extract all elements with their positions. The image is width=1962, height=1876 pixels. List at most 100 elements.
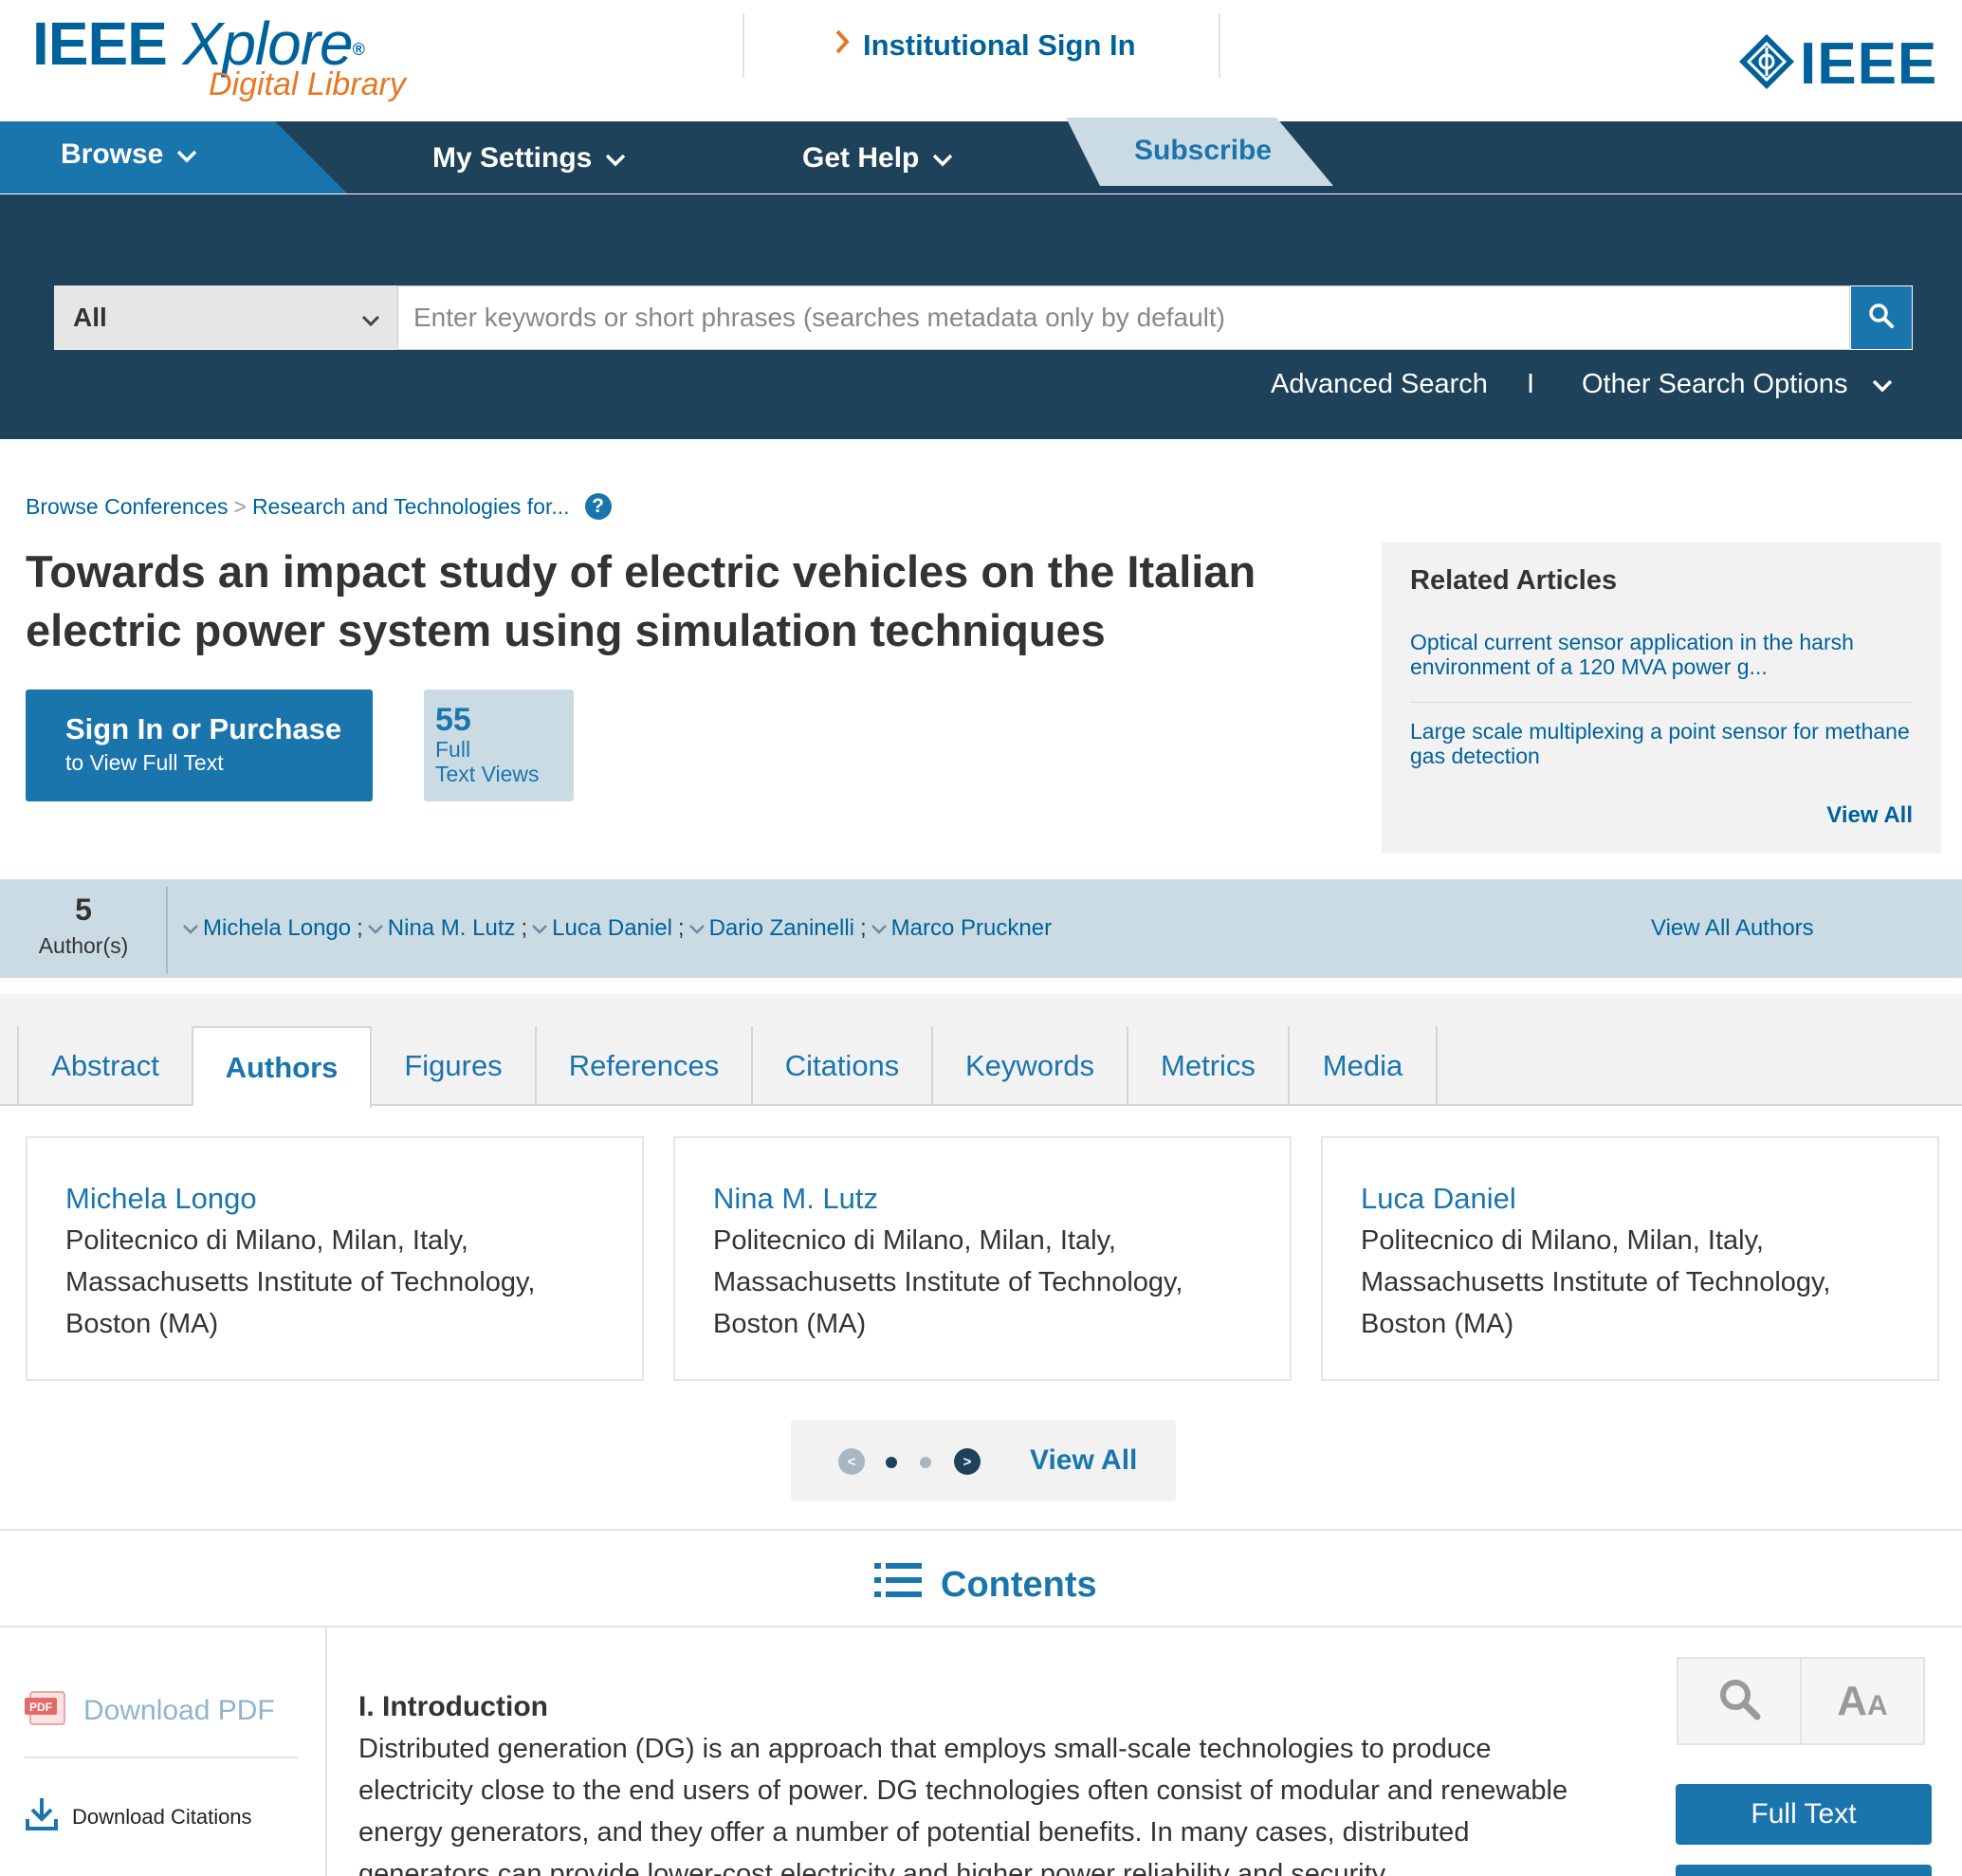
signin-purchase-button[interactable]: Sign In or Purchase to View Full Text	[26, 690, 373, 801]
author-card: Nina M. Lutz Politecnico di Milano, Mila…	[673, 1136, 1292, 1381]
authors-divider	[166, 887, 168, 974]
tab-band: Abstract Authors Figures References Cita…	[0, 994, 1962, 1108]
logo-registered-mark: ®	[352, 40, 365, 59]
svg-text:PDF: PDF	[29, 1701, 52, 1714]
help-icon[interactable]: ?	[584, 493, 612, 520]
author-separator: ;	[677, 915, 685, 941]
chevron-down-icon[interactable]	[531, 915, 548, 942]
other-search-options-label: Other Search Options	[1582, 369, 1848, 399]
author-card-name[interactable]: Michela Longo	[65, 1178, 642, 1220]
view-all-authors-link[interactable]: View All Authors	[1651, 915, 1814, 942]
section-paragraph: Distributed generation (DG) is an approa…	[358, 1734, 1568, 1876]
text-size-small: A	[1867, 1689, 1888, 1721]
author-link[interactable]: Marco Pruckner	[891, 915, 1052, 942]
author-card: Michela Longo Politecnico di Milano, Mil…	[26, 1136, 644, 1381]
author-count: 5 Author(s)	[0, 892, 167, 959]
pager-dot[interactable]	[920, 1457, 931, 1468]
magnify-icon	[1717, 1677, 1761, 1725]
author-pager: < > View All	[791, 1420, 1176, 1501]
author-card-affiliation: Politecnico di Milano, Milan, Italy, Mas…	[1361, 1225, 1831, 1339]
author-link[interactable]: Michela Longo	[203, 915, 351, 942]
author-card-name[interactable]: Nina M. Lutz	[713, 1178, 1290, 1220]
author-count-number: 5	[75, 892, 92, 927]
chevron-down-icon[interactable]	[367, 915, 384, 942]
download-citations-label: Download Citations	[72, 1805, 252, 1829]
search-in-document-button[interactable]	[1678, 1659, 1800, 1743]
related-article-link[interactable]: Large scale multiplexing a point sensor …	[1410, 719, 1913, 768]
chevron-down-icon	[176, 138, 197, 171]
author-card-affiliation: Politecnico di Milano, Milan, Italy, Mas…	[65, 1225, 536, 1339]
pager-view-all-link[interactable]: View All	[1030, 1444, 1137, 1477]
breadcrumb-browse-conferences[interactable]: Browse Conferences	[26, 494, 229, 520]
tab-citations[interactable]: Citations	[753, 1026, 933, 1106]
page-title: Towards an impact study of electric vehi…	[26, 546, 1256, 655]
pager-next-button[interactable]: >	[954, 1448, 981, 1475]
contents-toggle[interactable]: Contents	[874, 1561, 1097, 1609]
nav-subscribe[interactable]: Subscribe	[1066, 118, 1333, 186]
full-text-views-count: 55	[435, 702, 471, 738]
tab-authors[interactable]: Authors	[193, 1026, 372, 1108]
tab-keywords[interactable]: Keywords	[933, 1026, 1128, 1106]
download-pdf-link[interactable]: PDF Download PDF	[25, 1688, 275, 1734]
main-nav: Browse My Settings Get Help Subscribe	[0, 118, 1962, 193]
chevron-down-icon[interactable]	[688, 915, 706, 942]
tab-figures[interactable]: Figures	[372, 1026, 537, 1106]
full-text-views-badge: 55 Full Text Views	[424, 690, 574, 801]
related-article-link[interactable]: Optical current sensor application in th…	[1410, 630, 1913, 679]
article-body: I. Introduction Distributed generation (…	[358, 1686, 1601, 1876]
search-input[interactable]: Enter keywords or short phrases (searche…	[397, 285, 1850, 350]
download-icon	[25, 1796, 59, 1838]
next-sidebar-button[interactable]	[1676, 1865, 1932, 1876]
author-link[interactable]: Dario Zaninelli	[709, 915, 854, 942]
nav-my-settings-label: My Settings	[432, 142, 593, 174]
full-text-views-label-1: Full	[435, 737, 471, 762]
divider	[0, 1529, 1962, 1531]
search-options-divider: I	[1527, 369, 1535, 399]
tab-abstract[interactable]: Abstract	[17, 1026, 193, 1106]
full-text-views-label-2: Text Views	[435, 762, 540, 786]
full-text-button[interactable]: Full Text	[1676, 1784, 1932, 1845]
search-scope-value: All	[73, 303, 107, 332]
nav-get-help[interactable]: Get Help	[802, 142, 953, 175]
author-link[interactable]: Luca Daniel	[552, 915, 672, 942]
tab-metrics[interactable]: Metrics	[1128, 1026, 1290, 1106]
pager-prev-button[interactable]: <	[838, 1448, 865, 1475]
institutional-signin-link[interactable]: Institutional Sign In	[834, 27, 1136, 64]
signin-purchase-sublabel: to View Full Text	[65, 750, 224, 775]
ieee-brand-logo[interactable]: IEEE	[1737, 32, 1937, 96]
author-separator: ;	[521, 915, 528, 941]
search-button[interactable]	[1850, 285, 1913, 350]
nav-my-settings[interactable]: My Settings	[432, 142, 626, 175]
related-view-all-link[interactable]: View All	[1826, 802, 1913, 829]
search-scope-select[interactable]: All	[54, 285, 397, 350]
nav-subscribe-label: Subscribe	[1134, 135, 1273, 166]
text-size-button[interactable]: AA	[1800, 1659, 1923, 1743]
chevron-down-icon[interactable]	[871, 915, 888, 942]
author-link[interactable]: Nina M. Lutz	[388, 915, 516, 942]
breadcrumb-conference[interactable]: Research and Technologies for...	[252, 494, 570, 520]
tab-references[interactable]: References	[537, 1026, 753, 1106]
logo-digital-library-text: Digital Library	[209, 66, 406, 102]
author-card-name[interactable]: Luca Daniel	[1361, 1178, 1937, 1220]
institutional-signin-label: Institutional Sign In	[863, 28, 1136, 62]
ieee-brand-text: IEEE	[1800, 30, 1938, 97]
pager-dot-active[interactable]	[886, 1457, 897, 1468]
tab-media[interactable]: Media	[1290, 1026, 1438, 1106]
list-icon	[874, 1561, 922, 1609]
nav-get-help-label: Get Help	[802, 142, 920, 174]
text-size-large: A	[1837, 1677, 1868, 1724]
chevron-down-icon[interactable]	[182, 915, 199, 942]
document-actions-sidebar: PDF Download PDF Download Citations	[0, 1628, 327, 1876]
chevron-down-icon	[932, 142, 953, 175]
ieee-xplore-logo[interactable]: IEEE Xplore® Digital Library	[32, 13, 406, 102]
chevron-right-icon	[834, 27, 850, 64]
download-citations-link[interactable]: Download Citations	[25, 1796, 252, 1838]
other-search-options[interactable]: Other Search Options	[1582, 369, 1893, 400]
author-count-label: Author(s)	[38, 933, 129, 958]
text-size-icon: AA	[1837, 1678, 1887, 1725]
related-divider	[1410, 702, 1913, 703]
nav-browse[interactable]: Browse	[61, 138, 197, 171]
header-divider	[743, 13, 744, 78]
header-divider	[1219, 13, 1220, 78]
advanced-search-link[interactable]: Advanced Search	[1271, 369, 1488, 400]
